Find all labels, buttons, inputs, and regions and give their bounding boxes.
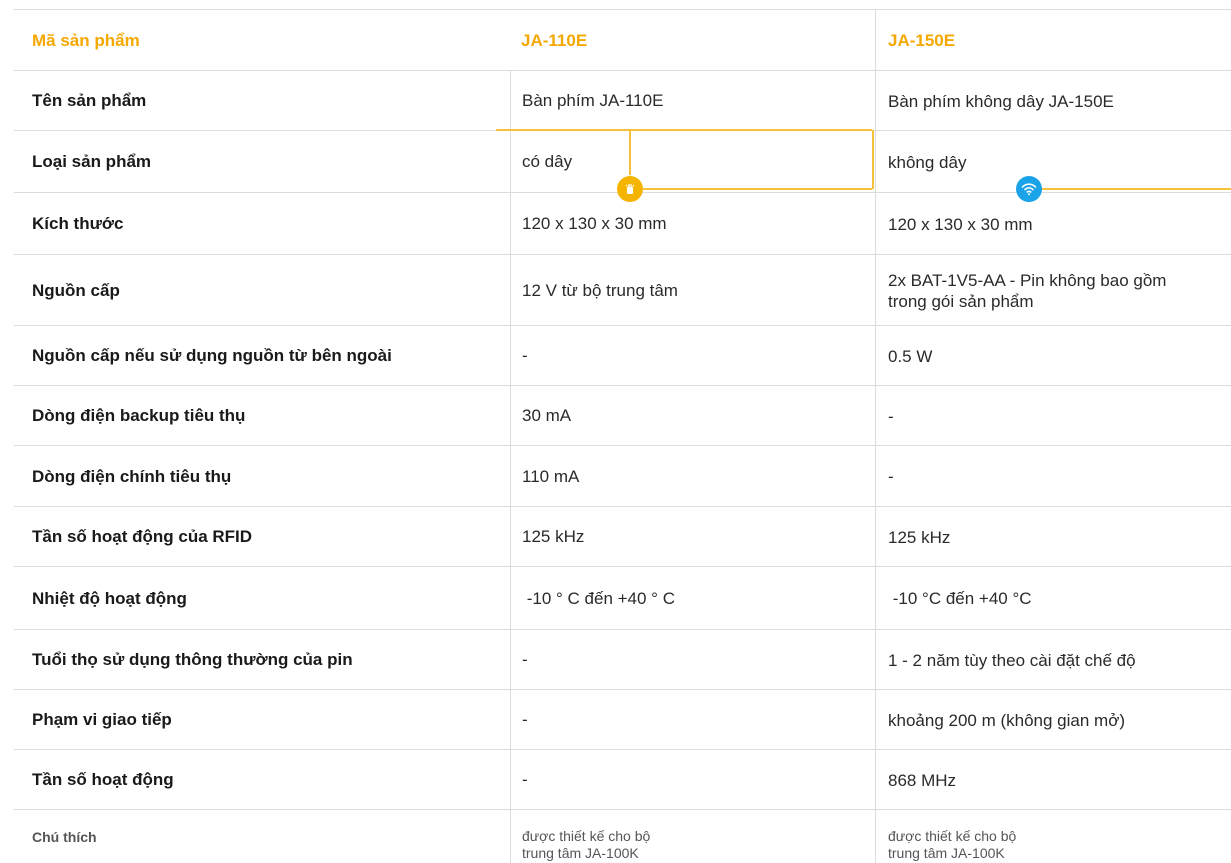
table-row: Phạm vi giao tiếp - khoảng 200 m (không … xyxy=(14,689,1231,750)
row-value-ja110e: 30 mA xyxy=(510,386,875,446)
table-row: Tuổi thọ sử dụng thông thường của pin - … xyxy=(14,629,1231,690)
table-header-row: Mã sản phẩm JA-110E JA-150E xyxy=(14,9,1231,71)
footer-label: Chú thích xyxy=(32,828,97,845)
table-row: Dòng điện chính tiêu thụ 110 mA - xyxy=(14,445,1231,507)
row-label: Nguồn cấp nếu sử dụng nguồn từ bên ngoài xyxy=(32,346,392,365)
row-value-ja110e: -10 ° C đến +40 ° C xyxy=(510,567,875,630)
row-label: Loại sản phẩm xyxy=(32,152,152,171)
connector-line xyxy=(629,129,631,175)
header-label: Mã sản phẩm xyxy=(32,30,140,50)
row-value-ja110e: có dây xyxy=(510,131,875,193)
row-label: Tần số hoạt động xyxy=(32,770,174,789)
row-value-ja110e: 110 mA xyxy=(510,446,875,507)
row-value-ja150e: Bàn phím không dây JA-150E xyxy=(875,71,1231,131)
row-label: Phạm vi giao tiếp xyxy=(32,710,172,729)
table-footer-row: Chú thích được thiết kế cho bộ trung tâm… xyxy=(14,809,1231,863)
row-value-ja110e: - xyxy=(510,690,875,750)
row-value-ja150e: 0.5 W xyxy=(875,326,1231,386)
table-row: Kích thước 120 x 130 x 30 mm 120 x 130 x… xyxy=(14,192,1231,255)
row-label: Tần số hoạt động của RFID xyxy=(32,527,253,546)
connector-line xyxy=(496,129,872,131)
table-row: Dòng điện backup tiêu thụ 30 mA - xyxy=(14,385,1231,446)
row-value-ja150e: 125 kHz xyxy=(875,507,1231,567)
wifi-icon xyxy=(1016,176,1042,202)
header-col-ja150e: JA-150E xyxy=(875,10,1231,71)
table-row: Tần số hoạt động - 868 MHz xyxy=(14,749,1231,810)
table-row: Tần số hoạt động của RFID 125 kHz 125 kH… xyxy=(14,506,1231,567)
row-value-ja110e: 120 x 130 x 30 mm xyxy=(510,193,875,255)
footer-value-ja150e: được thiết kế cho bộ trung tâm JA-100K xyxy=(875,810,1231,863)
row-value-ja150e: - xyxy=(875,446,1231,507)
row-value-ja150e: 120 x 130 x 30 mm xyxy=(875,193,1231,255)
row-value-ja110e: 125 kHz xyxy=(510,507,875,567)
connector-line xyxy=(1042,188,1231,190)
row-label: Dòng điện chính tiêu thụ xyxy=(32,466,232,486)
row-label: Dòng điện backup tiêu thụ xyxy=(32,406,246,425)
row-label: Tên sản phẩm xyxy=(32,91,147,110)
row-value-ja110e: - xyxy=(510,630,875,690)
row-value-ja150e: - xyxy=(875,386,1231,446)
cable-plug-icon xyxy=(617,176,643,202)
row-value-ja150e: không dây xyxy=(875,131,1231,193)
row-value-ja150e: 1 - 2 năm tùy theo cài đặt chế độ xyxy=(875,630,1231,690)
connector-line xyxy=(872,130,874,189)
row-value-ja150e: -10 °C đến +40 °C xyxy=(875,567,1231,630)
row-value-ja150e: 2x BAT-1V5-AA - Pin không bao gồm trong … xyxy=(875,255,1231,326)
table-row: Nguồn cấp 12 V từ bộ trung tâm 2x BAT-1V… xyxy=(14,254,1231,326)
row-value-ja150e: khoảng 200 m (không gian mở) xyxy=(875,690,1231,750)
row-label: Kích thước xyxy=(32,214,124,233)
row-value-ja110e: 12 V từ bộ trung tâm xyxy=(510,255,875,326)
footer-value-ja110e: được thiết kế cho bộ trung tâm JA-100K xyxy=(510,810,875,863)
table-row: Nhiệt độ hoạt động -10 ° C đến +40 ° C -… xyxy=(14,566,1231,630)
table-row: Nguồn cấp nếu sử dụng nguồn từ bên ngoài… xyxy=(14,325,1231,386)
table-row: Tên sản phẩm Bàn phím JA-110E Bàn phím k… xyxy=(14,70,1231,131)
row-label: Nhiệt độ hoạt động xyxy=(32,588,187,608)
row-label: Nguồn cấp xyxy=(32,280,120,300)
connector-line xyxy=(643,188,872,190)
row-label: Tuổi thọ sử dụng thông thường của pin xyxy=(32,650,353,669)
row-value-ja110e: - xyxy=(510,326,875,386)
header-col-ja110e: JA-110E xyxy=(521,30,588,50)
row-value-ja110e: Bàn phím JA-110E xyxy=(510,71,875,131)
row-value-ja110e: - xyxy=(510,750,875,810)
row-value-ja150e: 868 MHz xyxy=(875,750,1231,810)
